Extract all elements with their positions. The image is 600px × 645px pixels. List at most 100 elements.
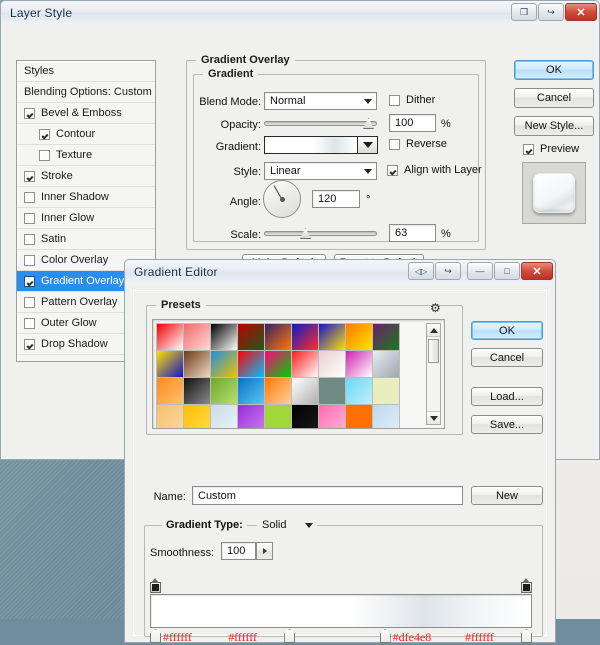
preset-swatch[interactable]: [264, 377, 292, 405]
effect-checkbox[interactable]: [24, 107, 35, 119]
sidebar-item-blending-options[interactable]: Blending Options: Custom: [17, 82, 155, 103]
new-gradient-button[interactable]: New: [471, 486, 543, 505]
preset-swatch[interactable]: [156, 377, 184, 405]
preset-swatch[interactable]: [372, 350, 400, 378]
preset-swatch[interactable]: [237, 377, 265, 405]
scale-input[interactable]: 63: [389, 224, 436, 242]
preset-swatch[interactable]: [210, 377, 238, 405]
gradient-type-select[interactable]: Solid: [257, 516, 317, 534]
preset-swatch[interactable]: [237, 323, 265, 351]
preset-swatch[interactable]: [372, 377, 400, 405]
preset-swatch[interactable]: [318, 404, 346, 428]
preset-swatch[interactable]: [237, 404, 265, 428]
sidebar-item-bevel-emboss[interactable]: Bevel & Emboss: [17, 103, 155, 124]
preset-swatch[interactable]: [372, 404, 400, 428]
opacity-input[interactable]: 100: [389, 114, 436, 132]
smoothness-input[interactable]: 100: [221, 542, 256, 560]
ge-ok-button[interactable]: OK: [471, 321, 543, 340]
gradient-picker-button[interactable]: [358, 136, 378, 154]
preset-swatch[interactable]: [291, 323, 319, 351]
effect-checkbox[interactable]: [24, 233, 35, 245]
gear-icon[interactable]: ⚙: [430, 301, 441, 315]
new-style-button[interactable]: New Style...: [514, 116, 594, 136]
preset-swatch[interactable]: [237, 350, 265, 378]
preset-swatch[interactable]: [372, 323, 400, 351]
blend-mode-select[interactable]: Normal: [264, 92, 377, 110]
dock-toggle-button[interactable]: ◁▷: [408, 262, 434, 280]
layer-style-titlebar[interactable]: Layer Style ❐ ↪ ✕: [0, 0, 600, 24]
opacity-stop[interactable]: [150, 578, 161, 593]
presets-scrollbar[interactable]: [426, 323, 441, 425]
preset-swatch[interactable]: [156, 350, 184, 378]
preset-swatch[interactable]: [345, 377, 373, 405]
preset-swatch[interactable]: [291, 377, 319, 405]
sidebar-item-satin[interactable]: Satin: [17, 229, 155, 250]
maximize-button[interactable]: □: [494, 262, 520, 280]
gradient-style-select[interactable]: Linear: [264, 162, 377, 180]
ge-cancel-button[interactable]: Cancel: [471, 348, 543, 367]
preset-swatch[interactable]: [183, 350, 211, 378]
sidebar-item-texture[interactable]: Texture: [17, 145, 155, 166]
scroll-down-icon[interactable]: [427, 411, 440, 424]
effect-checkbox[interactable]: [24, 212, 35, 224]
preset-swatch[interactable]: [210, 404, 238, 428]
effect-checkbox[interactable]: [24, 254, 35, 266]
ok-button[interactable]: OK: [514, 60, 594, 80]
preset-swatch[interactable]: [345, 404, 373, 428]
ge-load-button[interactable]: Load...: [471, 387, 543, 406]
ge-save-button[interactable]: Save...: [471, 415, 543, 434]
sidebar-item-stroke[interactable]: Stroke: [17, 166, 155, 187]
gradient-preview-swatch[interactable]: [264, 136, 358, 154]
preset-swatch[interactable]: [210, 323, 238, 351]
help-export-button[interactable]: ↪: [538, 3, 564, 21]
minimize-button[interactable]: —: [467, 262, 493, 280]
sidebar-item-contour[interactable]: Contour: [17, 124, 155, 145]
presets-grid[interactable]: [152, 319, 445, 429]
preset-swatch[interactable]: [318, 377, 346, 405]
gradient-name-input[interactable]: Custom: [192, 486, 463, 505]
preset-swatch[interactable]: [183, 404, 211, 428]
effect-checkbox[interactable]: [24, 317, 35, 329]
angle-dial[interactable]: [263, 180, 301, 218]
sidebar-item-inner-shadow[interactable]: Inner Shadow: [17, 187, 155, 208]
preset-swatch[interactable]: [318, 350, 346, 378]
opacity-stop[interactable]: [521, 578, 532, 593]
dither-checkbox[interactable]: Dither: [389, 94, 435, 106]
preset-swatch[interactable]: [291, 404, 319, 428]
effect-checkbox[interactable]: [39, 128, 50, 140]
preset-swatch[interactable]: [264, 404, 292, 428]
preview-checkbox[interactable]: Preview: [523, 143, 579, 155]
sidebar-item-inner-glow[interactable]: Inner Glow: [17, 208, 155, 229]
smoothness-stepper[interactable]: [256, 542, 273, 560]
preset-swatch[interactable]: [318, 323, 346, 351]
restore-down-button[interactable]: ❐: [511, 3, 537, 21]
scrollbar-thumb[interactable]: [428, 339, 439, 363]
preset-swatch[interactable]: [345, 350, 373, 378]
preset-swatch[interactable]: [291, 350, 319, 378]
preset-swatch[interactable]: [264, 350, 292, 378]
close-button[interactable]: ✕: [521, 262, 553, 280]
preset-swatch[interactable]: [183, 323, 211, 351]
effect-checkbox[interactable]: [24, 191, 35, 203]
effect-checkbox[interactable]: [39, 149, 50, 161]
preset-swatch[interactable]: [156, 323, 184, 351]
align-with-layer-checkbox[interactable]: Align with Layer: [387, 164, 482, 176]
preset-swatch[interactable]: [183, 377, 211, 405]
gradient-bar[interactable]: [150, 594, 532, 628]
preset-swatch[interactable]: [345, 323, 373, 351]
opacity-slider[interactable]: [264, 116, 377, 130]
reverse-checkbox[interactable]: Reverse: [389, 138, 447, 150]
cancel-button[interactable]: Cancel: [514, 88, 594, 108]
effect-checkbox[interactable]: [24, 170, 35, 182]
preset-swatch[interactable]: [210, 350, 238, 378]
preset-swatch[interactable]: [264, 323, 292, 351]
effect-checkbox[interactable]: [24, 338, 35, 350]
preset-swatch[interactable]: [156, 404, 184, 428]
scale-slider[interactable]: [264, 226, 377, 240]
close-button[interactable]: ✕: [565, 3, 597, 21]
panel-menu-button[interactable]: ↪: [435, 262, 461, 280]
scroll-up-icon[interactable]: [427, 324, 440, 337]
angle-input[interactable]: 120: [312, 190, 360, 208]
effect-checkbox[interactable]: [24, 296, 35, 308]
gradient-editor-titlebar[interactable]: Gradient Editor ◁▷ ↪ — □ ✕: [124, 259, 556, 283]
